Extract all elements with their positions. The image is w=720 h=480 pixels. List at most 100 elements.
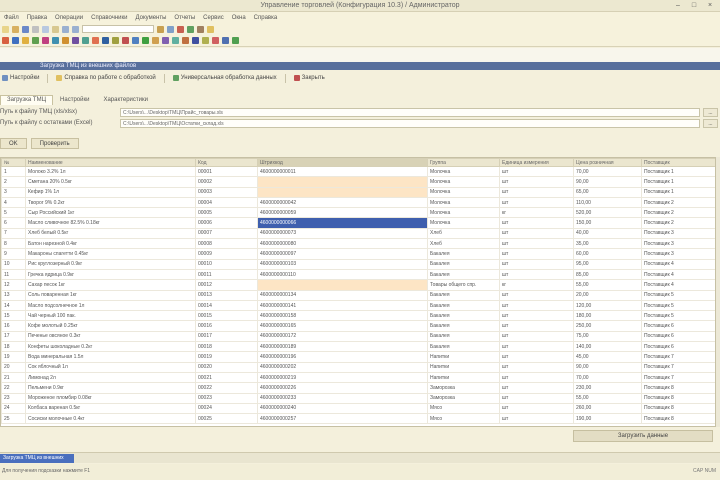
table-cell[interactable]: Поставщик 7 — [641, 371, 715, 384]
invoice-icon[interactable] — [162, 37, 169, 44]
table-cell[interactable]: 110,00 — [573, 196, 642, 209]
tab-settings[interactable]: Настройки — [53, 95, 96, 105]
tmc-file-browse-button[interactable]: ... — [703, 108, 718, 117]
table-cell[interactable]: 00007 — [195, 227, 258, 240]
table-cell[interactable]: 6 — [1, 217, 26, 229]
column-header[interactable]: Наименование — [25, 158, 196, 167]
document-icon[interactable] — [12, 37, 19, 44]
table-cell[interactable]: 140,00 — [573, 341, 642, 353]
table-cell[interactable]: 4600000000240 — [257, 402, 428, 415]
table-cell[interactable]: 4600000000257 — [257, 413, 428, 425]
table-cell[interactable]: 4600000000134 — [257, 289, 428, 301]
help-command[interactable]: Справка по работе с обработкой — [56, 75, 156, 81]
table-cell[interactable]: Молочка — [427, 165, 500, 178]
table-cell[interactable]: Мясо — [427, 413, 500, 425]
table-row[interactable]: 8 Батон нарезной 0.4кг 00008 4600000000080 Х… — [1, 238, 715, 250]
table-cell[interactable]: 120,00 — [573, 299, 642, 312]
table-cell[interactable]: 00006 — [195, 217, 258, 229]
table-cell[interactable]: Лимонад 2л — [25, 371, 196, 384]
menu-help[interactable]: Справка — [254, 15, 278, 21]
settings-command[interactable]: Настройки — [2, 75, 39, 81]
table-cell[interactable]: Хлеб белый 0.5кг — [25, 227, 196, 240]
table-row[interactable]: 10 Рис круглозерный 0.9кг 00010 46000000001… — [1, 258, 715, 270]
table-cell[interactable]: Поставщик 8 — [641, 402, 715, 415]
table-cell[interactable]: Кефир 1% 1л — [25, 186, 196, 198]
table-cell[interactable]: Масло подсолнечное 1л — [25, 299, 196, 312]
open-icon[interactable] — [12, 25, 19, 33]
paste-icon[interactable] — [52, 25, 59, 33]
table-cell[interactable]: шт — [499, 268, 574, 281]
table-cell[interactable]: 00022 — [195, 382, 258, 394]
table-cell[interactable]: 00018 — [195, 341, 258, 353]
table-cell[interactable]: шт — [499, 238, 574, 250]
table-row[interactable]: 15 Чай черный 100 пак. 00015 4600000000158 Б… — [1, 310, 715, 322]
table-row[interactable]: 1 Молоко 3.2% 1л 00001 4600000000011 Молочка… — [1, 165, 715, 178]
table-cell[interactable]: 00014 — [195, 299, 258, 312]
table-cell[interactable]: 19 — [1, 351, 26, 363]
table-cell[interactable]: Молочка — [427, 186, 500, 198]
table-cell[interactable]: Поставщик 5 — [641, 289, 715, 301]
table-cell[interactable]: 21 — [1, 371, 26, 384]
menu-operations[interactable]: Операции — [55, 15, 83, 21]
client-icon[interactable] — [132, 37, 139, 44]
table-cell[interactable]: Заморозка — [427, 382, 500, 394]
table-cell[interactable]: 4600000000066 — [257, 217, 428, 229]
user-icon[interactable] — [222, 37, 229, 44]
tab-characteristics[interactable]: Характеристики — [96, 95, 155, 105]
table-cell[interactable]: 4600000000189 — [257, 341, 428, 353]
table-cell[interactable]: 4600000000141 — [257, 299, 428, 312]
menu-windows[interactable]: Окна — [232, 15, 246, 21]
table-cell[interactable]: 70,00 — [573, 165, 642, 178]
save-icon[interactable] — [22, 25, 29, 33]
table-cell[interactable]: Поставщик 3 — [641, 227, 715, 240]
table-cell[interactable]: Заморозка — [427, 392, 500, 404]
table-cell[interactable]: 00017 — [195, 330, 258, 343]
table-cell[interactable]: шт — [499, 165, 574, 178]
table-cell[interactable]: шт — [499, 320, 574, 332]
table-cell[interactable]: 55,00 — [573, 392, 642, 404]
table-cell[interactable]: 150,00 — [573, 217, 642, 229]
table-cell[interactable]: 190,00 — [573, 413, 642, 425]
calc-icon[interactable] — [167, 25, 174, 33]
table-cell[interactable]: 18 — [1, 341, 26, 353]
table-cell[interactable]: 180,00 — [573, 310, 642, 322]
table-cell[interactable]: 00008 — [195, 238, 258, 250]
table-cell[interactable]: 1 — [1, 165, 26, 178]
register-icon[interactable] — [52, 37, 59, 44]
column-header[interactable]: Штрихкод — [257, 158, 428, 167]
table-cell[interactable]: Вода минеральная 1.5л — [25, 351, 196, 363]
table-cell[interactable]: кг — [499, 279, 574, 291]
journal-icon[interactable] — [42, 37, 49, 44]
stock-icon[interactable] — [72, 37, 79, 44]
table-cell[interactable] — [257, 176, 428, 188]
table-cell[interactable]: Бакалея — [427, 341, 500, 353]
table-cell[interactable]: шт — [499, 227, 574, 240]
table-cell[interactable]: 4600000000158 — [257, 310, 428, 322]
table-cell[interactable]: 20,00 — [573, 289, 642, 301]
table-cell[interactable]: 7 — [1, 227, 26, 240]
table-cell[interactable]: 00011 — [195, 268, 258, 281]
table-cell[interactable]: 00025 — [195, 413, 258, 425]
redo-icon[interactable] — [72, 25, 79, 33]
table-cell[interactable]: 14 — [1, 299, 26, 312]
table-row[interactable]: 14 Масло подсолнечное 1л 00014 460000000014… — [1, 299, 715, 312]
tab-load-tmc[interactable]: Загрузка ТМЦ — [0, 95, 54, 105]
table-cell[interactable]: 60,00 — [573, 248, 642, 260]
table-cell[interactable]: Соль поваренная 1кг — [25, 289, 196, 301]
table-cell[interactable]: Мороженое пломбир 0.08кг — [25, 392, 196, 404]
table-cell[interactable]: Масло сливочное 82.5% 0.18кг — [25, 217, 196, 229]
price-icon[interactable] — [62, 37, 69, 44]
table-cell[interactable]: 00012 — [195, 279, 258, 291]
table-row[interactable]: 3 Кефир 1% 1л 00003 Молочка шт 65,00 Поставщик… — [1, 186, 715, 198]
table-cell[interactable]: Бакалея — [427, 258, 500, 270]
table-cell[interactable]: шт — [499, 371, 574, 384]
table-cell[interactable]: 90,00 — [573, 361, 642, 373]
import-icon[interactable] — [232, 37, 239, 44]
table-cell[interactable]: 4 — [1, 196, 26, 209]
table-cell[interactable]: шт — [499, 289, 574, 301]
table-cell[interactable]: 4600000000103 — [257, 258, 428, 270]
table-cell[interactable]: 45,00 — [573, 351, 642, 363]
table-cell[interactable]: Бакалея — [427, 268, 500, 281]
check-button[interactable]: Проверить — [30, 138, 79, 149]
table-cell[interactable]: 23 — [1, 392, 26, 404]
